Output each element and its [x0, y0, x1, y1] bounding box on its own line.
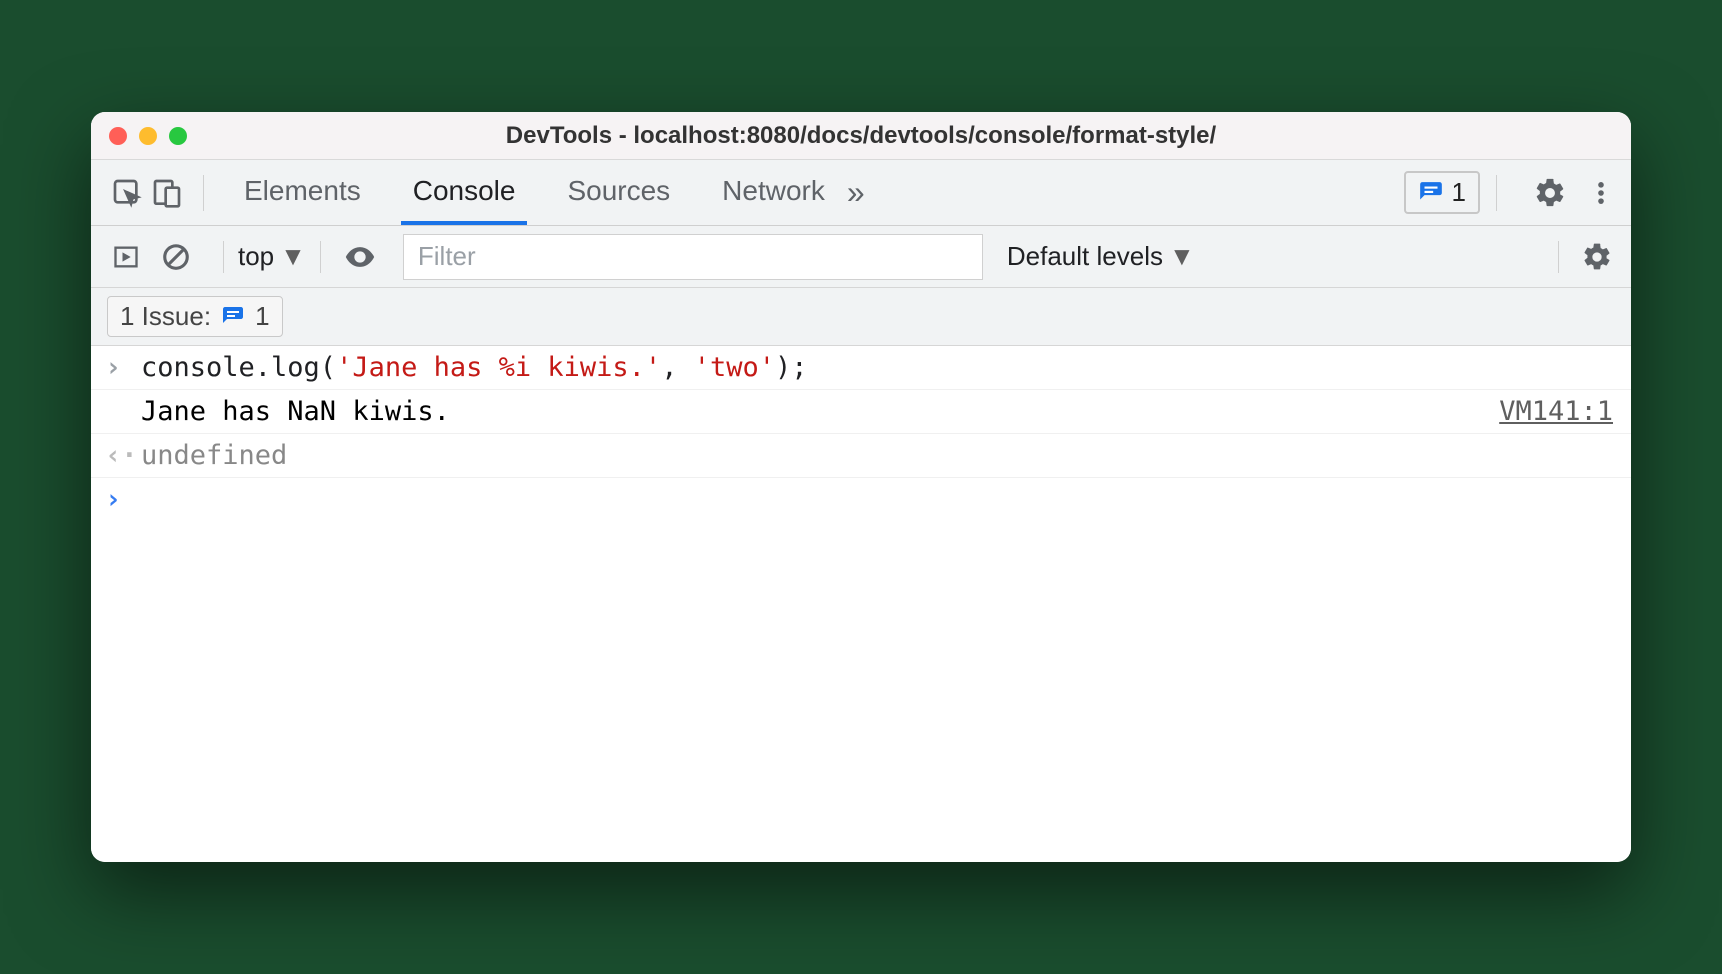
source-link[interactable]: VM141:1	[1499, 396, 1613, 427]
filter-input[interactable]	[403, 234, 983, 280]
more-options-icon[interactable]	[1587, 176, 1615, 210]
devtools-window: DevTools - localhost:8080/docs/devtools/…	[91, 112, 1631, 862]
console-output-line: Jane has NaN kiwis. VM141:1	[91, 390, 1631, 434]
output-text: Jane has NaN kiwis.	[141, 396, 1499, 427]
console-input-line: › console.log('Jane has %i kiwis.', 'two…	[91, 346, 1631, 390]
code-punc: ,	[661, 352, 694, 383]
tab-network[interactable]: Network	[710, 160, 837, 225]
separator	[320, 241, 321, 273]
device-toolbar-icon[interactable]	[147, 173, 187, 213]
console-output[interactable]: › console.log('Jane has %i kiwis.', 'two…	[91, 346, 1631, 862]
tab-sources[interactable]: Sources	[555, 160, 682, 225]
issues-chip-label: 1 Issue:	[120, 301, 211, 332]
input-gutter-icon: ›	[105, 352, 141, 383]
issues-counter[interactable]: 1	[1404, 171, 1480, 214]
code-call: console.log(	[141, 352, 336, 383]
code-punc: );	[775, 352, 808, 383]
levels-label: Default levels	[1007, 241, 1163, 272]
return-value: undefined	[141, 440, 1613, 471]
minimize-window-button[interactable]	[139, 127, 157, 145]
issues-icon	[1418, 180, 1444, 206]
settings-icon[interactable]	[1533, 176, 1567, 210]
more-tabs-button[interactable]: »	[837, 174, 875, 211]
issues-count: 1	[1452, 177, 1466, 208]
console-return-line: ‹· undefined	[91, 434, 1631, 478]
issues-icon	[221, 305, 245, 329]
tab-elements[interactable]: Elements	[232, 160, 373, 225]
inspect-element-icon[interactable]	[107, 173, 147, 213]
prompt-gutter-icon: ›	[105, 484, 141, 515]
console-code: console.log('Jane has %i kiwis.', 'two')…	[141, 352, 1613, 383]
clear-console-icon[interactable]	[159, 240, 193, 274]
console-toolbar: top ▼ Default levels ▼	[91, 226, 1631, 288]
code-string: 'two'	[694, 352, 775, 383]
separator	[203, 175, 204, 211]
main-tabbar: Elements Console Sources Network » 1	[91, 160, 1631, 226]
context-label: top	[238, 241, 274, 272]
issues-chip-count: 1	[255, 301, 269, 332]
console-settings-icon[interactable]	[1581, 241, 1613, 273]
close-window-button[interactable]	[109, 127, 127, 145]
tab-console[interactable]: Console	[401, 160, 528, 225]
toggle-drawer-icon[interactable]	[109, 240, 143, 274]
separator	[223, 241, 224, 273]
dropdown-icon: ▼	[280, 241, 306, 272]
separator	[1558, 241, 1559, 273]
titlebar: DevTools - localhost:8080/docs/devtools/…	[91, 112, 1631, 160]
issues-chip[interactable]: 1 Issue: 1	[107, 296, 283, 337]
return-gutter-icon: ‹·	[105, 440, 141, 471]
zoom-window-button[interactable]	[169, 127, 187, 145]
traffic-lights	[109, 127, 187, 145]
panel-tabs: Elements Console Sources Network	[232, 160, 837, 225]
separator	[1496, 175, 1497, 211]
code-string: 'Jane has %i kiwis.'	[336, 352, 661, 383]
issues-row: 1 Issue: 1	[91, 288, 1631, 346]
context-selector[interactable]: top ▼	[238, 241, 306, 272]
console-prompt[interactable]: ›	[91, 478, 1631, 521]
window-title: DevTools - localhost:8080/docs/devtools/…	[91, 122, 1631, 150]
log-levels-selector[interactable]: Default levels ▼	[1007, 241, 1195, 272]
dropdown-icon: ▼	[1169, 241, 1195, 272]
live-expression-icon[interactable]	[343, 240, 377, 274]
